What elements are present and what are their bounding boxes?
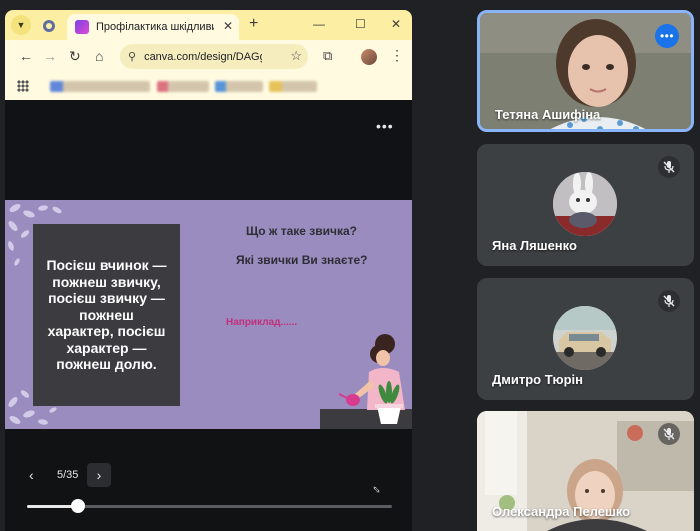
bookmarks-bar (5, 73, 412, 100)
new-tab-button[interactable]: + (249, 15, 258, 33)
avatar (553, 306, 617, 370)
address-bar[interactable]: ⚲ canva.com/design/DAGg... ☆ (120, 44, 308, 69)
bookmark-blurred[interactable] (215, 81, 263, 92)
slide-question-1: Що ж таке звичка? (246, 224, 357, 238)
tab-pinned[interactable] (35, 14, 63, 38)
url-text: canva.com/design/DAGg... (144, 50, 263, 63)
progress-slider[interactable] (27, 499, 392, 513)
next-page-button[interactable]: › (87, 463, 111, 487)
chevron-down-icon: ▼ (16, 20, 26, 30)
forward-button[interactable]: → (43, 48, 57, 64)
tab-active[interactable]: Профілактика шкідливих звичок ✕ (67, 14, 239, 40)
close-icon[interactable]: ✕ (223, 19, 233, 33)
previous-page-button[interactable]: ‹ (29, 467, 34, 483)
slide-question-2: Які звички Ви знаєте? (236, 253, 368, 267)
participant-name: Яна Ляшенко (492, 238, 577, 253)
page-indicator: 5/35 (57, 469, 79, 481)
site-info-icon[interactable]: ⚲ (128, 50, 136, 63)
tab-title: Профілактика шкідливих звичок (96, 21, 214, 33)
quote-text: Посієш вчинок — пожнеш звичку, посієш зв… (46, 257, 167, 373)
home-button[interactable]: ⌂ (95, 48, 103, 64)
viewer-controls: ‹ 5/35 › ⇔ (5, 429, 412, 531)
minimize-icon[interactable]: — (313, 17, 325, 31)
participant-tile[interactable]: Яна Ляшенко (477, 144, 694, 266)
puzzle-icon[interactable]: ⧉ (323, 48, 332, 64)
chevron-right-icon: › (96, 467, 102, 483)
bookmark-blurred[interactable] (269, 81, 317, 92)
fullscreen-icon[interactable]: ⇔ (368, 479, 388, 499)
tab-strip: ▼ Профілактика шкідливих звичок ✕ + — ☐ … (5, 10, 412, 40)
star-icon[interactable]: ☆ (290, 48, 302, 64)
woman-watering-plant-icon (338, 334, 405, 424)
progress-knob[interactable] (71, 499, 86, 513)
bookmark-blurred[interactable] (157, 81, 209, 92)
apps-grid-icon[interactable] (17, 80, 29, 92)
bookmark-blurred[interactable] (50, 81, 150, 92)
back-button[interactable]: ← (19, 48, 33, 64)
site-favicon-icon (43, 20, 55, 32)
maximize-icon[interactable]: ☐ (355, 17, 366, 31)
presentation-slide: Посієш вчинок — пожнеш звичку, посієш зв… (5, 200, 412, 429)
mic-off-icon (658, 290, 680, 312)
participant-name: Тетяна Ашифіна (495, 107, 601, 122)
slide-example: Наприклад...... (226, 317, 298, 328)
participant-tile[interactable]: Олександра Пелешко (477, 411, 694, 531)
participant-name: Олександра Пелешко (492, 504, 631, 519)
browser-toolbar: ← → ↻ ⌂ ⚲ canva.com/design/DAGg... ☆ ⧉ ⋮ (5, 40, 412, 73)
quote-box: Посієш вчинок — пожнеш звичку, посієш зв… (33, 224, 180, 406)
kebab-icon[interactable]: ⋮ (390, 47, 404, 64)
participant-tile-active-speaker[interactable]: ••• Тетяна Ашифіна (477, 10, 694, 132)
reload-button[interactable]: ↻ (69, 48, 81, 65)
tab-search-button[interactable]: ▼ (11, 15, 31, 35)
more-options-icon[interactable]: ••• (376, 118, 394, 134)
mic-off-icon (658, 156, 680, 178)
participant-options-button[interactable]: ••• (655, 24, 679, 48)
avatar (553, 172, 617, 236)
viewer-background (5, 100, 412, 200)
shared-screen-browser: ▼ Профілактика шкідливих звичок ✕ + — ☐ … (5, 10, 412, 531)
profile-avatar[interactable] (361, 49, 377, 65)
canva-favicon-icon (75, 20, 89, 34)
participant-name: Дмитро Тюрін (492, 372, 584, 387)
participant-tile[interactable]: Дмитро Тюрін (477, 278, 694, 400)
mic-off-icon (658, 423, 680, 445)
window-close-icon[interactable]: ✕ (391, 17, 401, 31)
